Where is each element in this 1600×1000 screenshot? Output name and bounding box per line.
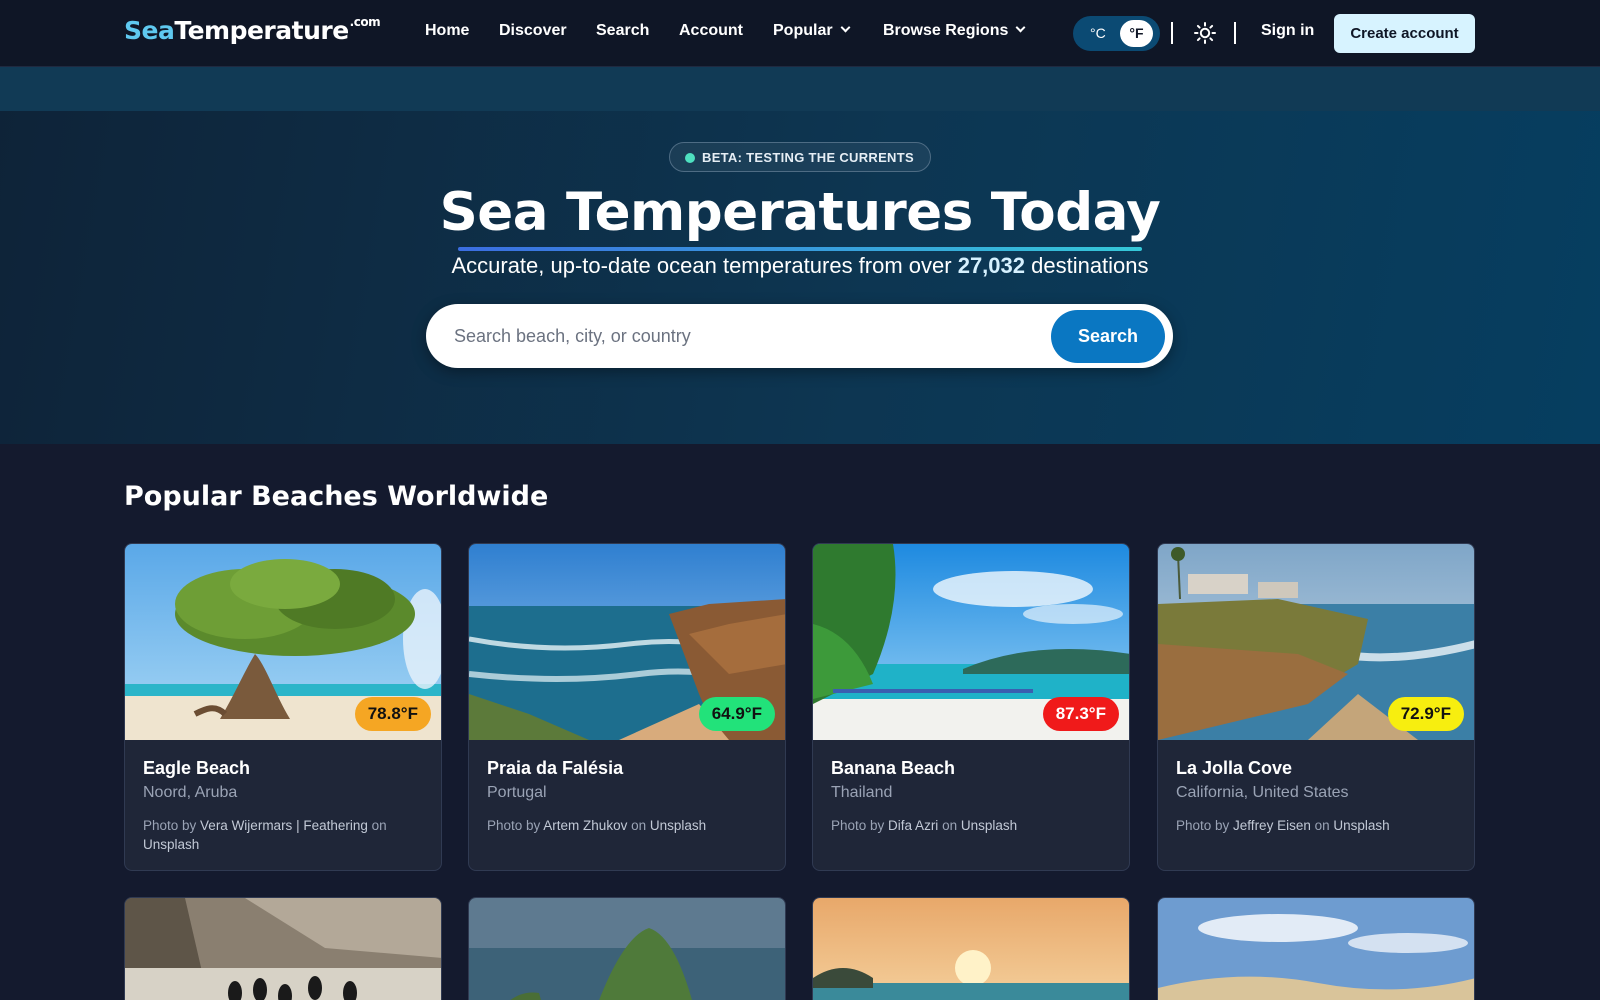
nav-browse-regions-dropdown[interactable]: Browse Regions	[883, 22, 1026, 40]
photographer-link[interactable]: Jeffrey Eisen	[1233, 818, 1311, 833]
source-link[interactable]: Unsplash	[650, 818, 706, 833]
photo-credit: Photo by Difa Azri on Unsplash	[831, 818, 1018, 833]
hero-subtitle: Accurate, up-to-date ocean temperatures …	[451, 253, 1149, 278]
beach-name: Banana Beach	[831, 758, 956, 778]
beach-card-la-jolla-cove[interactable]: 72.9°F La Jolla Cove California, United …	[1157, 543, 1475, 871]
temperature-badge: 78.8°F	[354, 697, 431, 731]
photographer-link[interactable]: Artem Zhukov	[543, 818, 627, 833]
unit-fahrenheit-option[interactable]: °F	[1120, 20, 1153, 47]
beta-badge: BETA: TESTING THE CURRENTS	[669, 142, 931, 172]
photo-credit: Photo by Vera Wijermars | Feathering on …	[143, 818, 387, 852]
hero-section: BETA: TESTING THE CURRENTS Sea Temperatu…	[0, 67, 1600, 444]
photo-credit: Photo by Jeffrey Eisen on Unsplash	[1176, 818, 1390, 833]
beach-card-eagle-beach[interactable]: 78.8°F Eagle Beach Noord, Aruba Photo by…	[124, 543, 442, 871]
site-logo[interactable]: SeaTemperature.com	[124, 15, 381, 45]
beach-location: Noord, Aruba	[143, 784, 238, 801]
nav-popular-label: Popular	[773, 22, 833, 39]
nav-divider	[1234, 22, 1236, 44]
photographer-link[interactable]: Difa Azri	[888, 818, 938, 833]
beach-location: California, United States	[1176, 784, 1349, 801]
temperature-unit-toggle[interactable]: °C °F	[1073, 16, 1160, 51]
popular-beaches-heading: Popular Beaches Worldwide	[124, 481, 549, 512]
beach-card-praia-da-falesia[interactable]: 64.9°F Praia da Falésia Portugal Photo b…	[468, 543, 786, 871]
temperature-badge: 64.9°F	[698, 697, 775, 731]
beach-card-partial[interactable]	[124, 897, 442, 1000]
beach-card-partial[interactable]	[468, 897, 786, 1000]
sign-in-link[interactable]: Sign in	[1261, 22, 1314, 40]
nav-search-link[interactable]: Search	[596, 22, 649, 40]
nav-account-link[interactable]: Account	[679, 22, 743, 40]
top-navbar: SeaTemperature.com Home Discover Search …	[0, 0, 1600, 67]
source-link[interactable]: Unsplash	[961, 818, 1017, 833]
nav-discover-link[interactable]: Discover	[499, 22, 567, 40]
beach-name: La Jolla Cove	[1176, 758, 1293, 778]
beach-card-partial[interactable]	[812, 897, 1130, 1000]
beach-photo	[813, 898, 1129, 1000]
unit-celsius-option[interactable]: °C	[1090, 25, 1106, 41]
page-title: Sea Temperatures Today	[439, 182, 1161, 243]
create-account-button[interactable]: Create account	[1334, 14, 1475, 53]
nav-popular-dropdown[interactable]: Popular	[773, 22, 851, 40]
chevron-down-icon	[1015, 22, 1026, 33]
beach-location: Portugal	[487, 784, 547, 801]
search-bar: Search	[426, 304, 1173, 368]
source-link[interactable]: Unsplash	[1333, 818, 1389, 833]
status-dot-icon	[685, 153, 695, 163]
hero-top-strip	[0, 67, 1600, 111]
search-button[interactable]: Search	[1051, 310, 1165, 363]
temperature-badge: 87.3°F	[1042, 697, 1119, 731]
beach-name: Praia da Falésia	[487, 758, 624, 778]
beach-location: Thailand	[831, 784, 893, 801]
beach-card-banana-beach[interactable]: 87.3°F Banana Beach Thailand Photo by Di…	[812, 543, 1130, 871]
nav-browse-regions-label: Browse Regions	[883, 22, 1009, 39]
beach-name: Eagle Beach	[143, 758, 251, 778]
search-input[interactable]	[454, 320, 1014, 352]
chevron-down-icon	[840, 22, 851, 33]
temperature-badge: 72.9°F	[1387, 697, 1464, 731]
nav-home-link[interactable]: Home	[425, 22, 469, 40]
beach-card-partial[interactable]	[1157, 897, 1475, 1000]
photo-credit: Photo by Artem Zhukov on Unsplash	[487, 818, 707, 833]
photographer-link[interactable]: Vera Wijermars | Feathering	[200, 818, 368, 833]
nav-divider	[1171, 22, 1173, 44]
title-underline	[458, 247, 1142, 251]
sun-icon[interactable]	[1193, 21, 1217, 45]
beach-photo	[125, 898, 441, 1000]
destination-count: 27,032	[957, 253, 1025, 278]
beach-photo	[1158, 898, 1474, 1000]
beach-photo	[469, 898, 785, 1000]
source-link[interactable]: Unsplash	[143, 837, 199, 852]
